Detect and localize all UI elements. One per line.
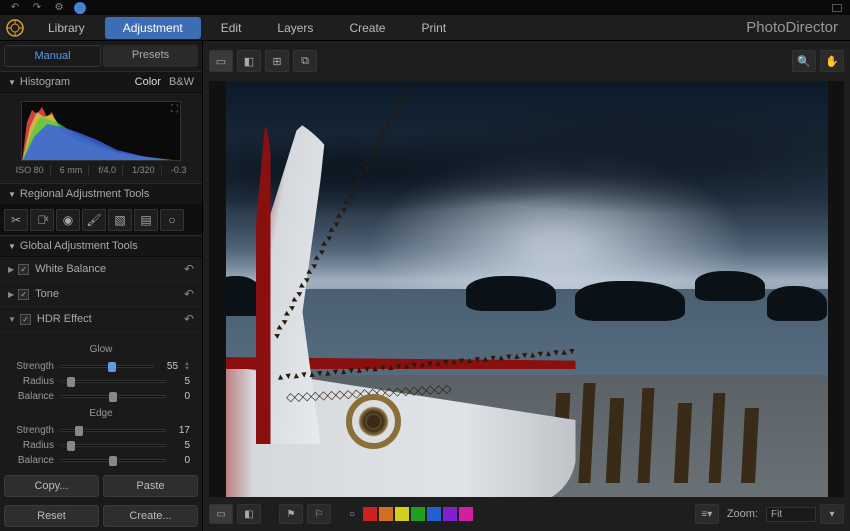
zoom-icon[interactable]: 🔍 [792,50,816,72]
regional-tools: ✂ ◯ͯ ◉ 🖌 ▧ ▤ ○ [0,205,202,235]
chevron-right-icon: ▶ [8,290,14,299]
regional-header[interactable]: ▼ Regional Adjustment Tools [0,183,202,205]
menu-adjustment[interactable]: Adjustment [105,17,201,39]
split-view-icon[interactable]: ◧ [237,504,261,524]
checkbox-icon[interactable]: ✓ [20,314,31,325]
global-title: Global Adjustment Tools [20,240,138,252]
titlebar: ↶ ↷ ⚙ [0,0,850,15]
view-toolbar: ▭ ◧ ⊞ ⧉ 🔍 ✋ [209,47,844,75]
brush-tool-icon[interactable]: 🖌 [82,209,106,231]
paste-button[interactable]: Paste [103,475,198,497]
chevron-right-icon: ▶ [8,265,14,274]
reset-button[interactable]: Reset [4,505,99,527]
menu-edit[interactable]: Edit [203,15,260,41]
photo-canvas[interactable]: ▲▼▲▼▲▼▲▼▲▼▲▼▲▼▲▼▲▼▲▼▲▼▲▼▲▼▲▼▲▼▲▼▲▼▲▼▲▼ ◇… [209,81,844,497]
undo-icon[interactable]: ↶ [8,1,22,15]
histogram-bw-opt[interactable]: B&W [169,76,194,88]
photo-preview: ▲▼▲▼▲▼▲▼▲▼▲▼▲▼▲▼▲▼▲▼▲▼▲▼▲▼▲▼▲▼▲▼▲▼▲▼▲▼ ◇… [226,81,828,497]
chevron-down-icon: ▼ [8,190,16,199]
adj-white-balance[interactable]: ▶ ✓ White Balance ↶ [0,257,202,282]
tab-presets[interactable]: Presets [103,45,198,67]
reset-icon[interactable]: ↶ [184,287,194,301]
menu-library[interactable]: Library [30,15,103,41]
pan-icon[interactable]: ✋ [820,50,844,72]
crop-tool-icon[interactable]: ✂ [4,209,28,231]
histogram-title: Histogram [20,76,70,88]
maximize-icon[interactable] [832,4,842,12]
global-header[interactable]: ▼ Global Adjustment Tools [0,235,202,257]
color-label-swatch[interactable] [363,507,377,521]
checkbox-icon[interactable]: ✓ [18,289,29,300]
adjustment-list: ▶ ✓ White Balance ↶ ▶ ✓ Tone ↶ ▼ ✓ HDR E… [0,257,202,471]
spot-tool-icon[interactable]: ◯ͯ [30,209,54,231]
reset-icon[interactable]: ↶ [184,262,194,276]
histogram-header[interactable]: ▼ Histogram Color B&W [0,71,202,93]
histogram-panel: ⛶ ISO 80 6 mm f/4.0 1/320 -0.3 [0,93,202,183]
menubar: Library Adjustment Edit Layers Create Pr… [0,15,850,41]
viewer: ▭ ◧ ⊞ ⧉ 🔍 ✋ [203,41,850,531]
bottom-bar: ▭ ◧ ⚑ ⚐ ○ ≡▾ Zoom: Fit ▾ [209,501,844,527]
view-grid-icon[interactable]: ⊞ [265,50,289,72]
histogram-canvas[interactable]: ⛶ [21,101,181,161]
view-single-icon[interactable]: ▭ [209,50,233,72]
chevron-down-icon: ▼ [8,242,16,251]
chevron-down-icon: ▼ [8,315,16,324]
glow-radius-slider[interactable]: Radius 5 [12,376,190,387]
brand-label: PhotoDirector [746,19,850,36]
reset-icon[interactable]: ↶ [184,312,194,326]
create-button[interactable]: Create... [103,505,198,527]
hdr-effect-body: Glow Strength 55 ▲▼ Radius 5 Balance 0 [0,332,202,471]
flag-icon[interactable]: ⚑ [279,504,303,524]
zoom-dropdown-icon[interactable]: ▾ [820,504,844,524]
color-label-swatch[interactable] [427,507,441,521]
color-label-swatch[interactable] [411,507,425,521]
histogram-color-opt[interactable]: Color [135,76,161,88]
edge-balance-slider[interactable]: Balance 0 [12,455,190,466]
checkbox-icon[interactable]: ✓ [18,264,29,275]
glow-balance-slider[interactable]: Balance 0 [12,391,190,402]
glow-strength-slider[interactable]: Strength 55 ▲▼ [12,361,190,372]
radial-tool-icon[interactable]: ○ [160,209,184,231]
color-label-swatch[interactable] [379,507,393,521]
single-view-icon[interactable]: ▭ [209,504,233,524]
adj-hdr-effect[interactable]: ▼ ✓ HDR Effect ↶ [0,307,202,332]
gear-icon[interactable]: ⚙ [52,1,66,15]
redo-icon[interactable]: ↷ [30,1,44,15]
zoom-select[interactable]: Fit [766,507,816,522]
spinner-icon[interactable]: ▲▼ [184,362,190,372]
color-label-swatch[interactable] [443,507,457,521]
tab-manual[interactable]: Manual [4,45,101,67]
regional-title: Regional Adjustment Tools [20,188,149,200]
no-color-icon[interactable]: ○ [345,504,359,524]
edge-radius-slider[interactable]: Radius 5 [12,440,190,451]
menu-layers[interactable]: Layers [259,15,331,41]
reject-icon[interactable]: ⚐ [307,504,331,524]
redeye-tool-icon[interactable]: ◉ [56,209,80,231]
adj-tone[interactable]: ▶ ✓ Tone ↶ [0,282,202,307]
edge-title: Edge [12,408,190,419]
menu-print[interactable]: Print [403,15,464,41]
zoom-label: Zoom: [727,508,758,520]
menu-create[interactable]: Create [331,15,403,41]
sidebar: Manual Presets ▼ Histogram Color B&W ⛶ [0,41,203,531]
edge-strength-slider[interactable]: Strength 17 [12,425,190,436]
expand-icon[interactable]: ⛶ [171,104,178,115]
histogram-info: ISO 80 6 mm f/4.0 1/320 -0.3 [8,165,194,175]
view-compare-icon[interactable]: ◧ [237,50,261,72]
view-dual-icon[interactable]: ⧉ [293,50,317,72]
app-logo [0,15,30,41]
chevron-down-icon: ▼ [8,78,16,87]
gradient-tool-icon[interactable]: ▤ [134,209,158,231]
list-icon[interactable]: ≡▾ [695,504,719,524]
color-label-swatch[interactable] [459,507,473,521]
glow-title: Glow [12,344,190,355]
color-label-swatch[interactable] [395,507,409,521]
account-icon[interactable] [74,2,86,14]
copy-button[interactable]: Copy... [4,475,99,497]
select-tool-icon[interactable]: ▧ [108,209,132,231]
